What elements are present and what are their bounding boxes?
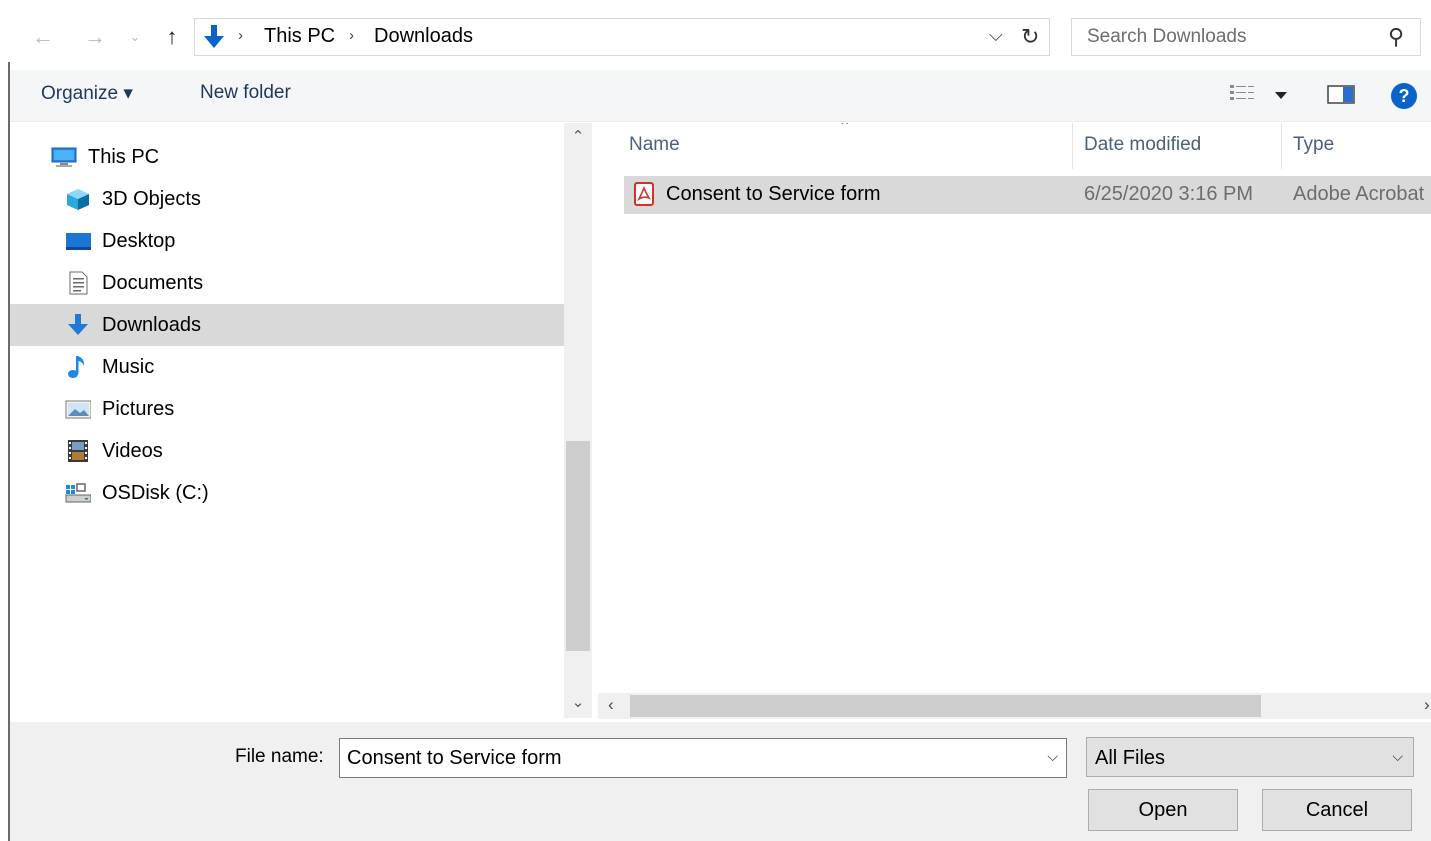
column-header-label: Type [1293,134,1335,155]
arrow-left-icon: ← [32,24,54,49]
nav-item-label: This PC [88,146,160,168]
nav-item-label: Documents [102,272,204,294]
nav-item-this-pc[interactable]: This PC [10,136,564,178]
nav-item-3d-objects[interactable]: 3D Objects [10,178,564,220]
nav-item-label: Music [102,356,155,378]
organize-menu-button[interactable]: Organize ▾ [41,82,133,105]
nav-item-videos[interactable]: Videos [10,430,564,472]
file-name-input[interactable] [340,739,1030,777]
nav-item-label: Pictures [102,398,175,420]
preview-pane-icon [1327,85,1355,104]
download-arrow-icon [68,314,88,335]
column-header-type[interactable]: Type [1282,123,1431,169]
nav-item-label: 3D Objects [102,188,201,210]
file-row[interactable]: Consent to Service form 6/25/2020 3:16 P… [624,176,1431,214]
navigation-scroll-thumb[interactable] [566,441,590,651]
navigation-pane: This PC 3D Objects Desktop Documents Dow… [10,123,564,718]
chevron-down-icon: ⌄ [129,29,141,44]
nav-item-desktop[interactable]: Desktop [10,220,564,262]
column-header-name[interactable]: Name ⌃ [598,123,1072,169]
nav-item-label: Downloads [102,314,201,336]
file-type-value: All Files [1095,747,1166,769]
desktop-icon [66,233,91,250]
chevron-down-icon[interactable]: ⌵ [1047,748,1058,765]
film-icon [68,440,88,462]
search-input[interactable] [1072,19,1372,55]
up-button[interactable]: ↑ [158,20,186,54]
breadcrumb-separator: › [238,27,243,44]
scroll-up-button[interactable]: ⌃ [564,127,592,151]
picture-icon [65,400,91,419]
file-name-combobox[interactable]: ⌵ [339,738,1067,778]
navigation-scrollbar[interactable]: ⌃ ⌄ [564,123,592,718]
computer-icon [51,147,77,167]
nav-item-music[interactable]: Music [10,346,564,388]
document-icon [69,271,88,295]
downloads-icon [204,25,224,48]
cancel-button[interactable]: Cancel [1262,789,1412,831]
forward-button[interactable]: → [78,20,112,54]
file-type-cell: Adobe Acrobat [1293,183,1425,205]
arrow-right-icon: → [84,24,106,49]
help-icon: ? [1398,86,1410,106]
recent-locations-button[interactable]: ⌄ [124,20,146,54]
caret-down-icon [1275,92,1287,99]
scroll-left-button[interactable]: ‹ [608,695,614,715]
nav-item-label: OSDisk (C:) [102,482,209,504]
nav-item-documents[interactable]: Documents [10,262,564,304]
preview-pane-button[interactable] [1326,82,1356,108]
search-icon[interactable]: ⚲ [1388,24,1404,50]
drive-icon [65,483,91,503]
scroll-right-button[interactable]: › [1424,695,1430,715]
view-options-icon [1230,85,1254,100]
nav-item-downloads[interactable]: Downloads [10,304,564,346]
breadcrumb-downloads[interactable]: Downloads [374,25,473,48]
change-view-button[interactable] [1228,82,1292,108]
chevron-down-icon: ⌵ [1392,748,1403,764]
file-type-select[interactable]: All Files ⌵ [1086,737,1414,777]
new-folder-button[interactable]: New folder [200,82,291,104]
nav-item-pictures[interactable]: Pictures [10,388,564,430]
cube-3d-icon [67,189,89,210]
horizontal-scroll-thumb[interactable] [630,695,1261,717]
arrow-up-icon: ↑ [166,24,178,49]
refresh-icon[interactable]: ↻ [1021,24,1039,50]
breadcrumb-this-pc[interactable]: This PC [264,25,335,48]
file-name-label: File name: [235,746,324,767]
nav-item-label: Desktop [102,230,176,252]
file-name-cell: Consent to Service form [666,183,881,205]
nav-item-label: Videos [102,440,163,462]
scroll-down-button[interactable]: ⌄ [564,693,592,717]
search-box[interactable]: ⚲ [1071,18,1421,56]
history-dropdown-button[interactable]: ⌵ [989,25,1003,46]
address-bar[interactable]: › This PC › Downloads ⌵ ↻ [194,18,1050,56]
command-bar: Organize ▾ New folder ? [10,70,1431,122]
file-list-horizontal-scrollbar[interactable]: ‹ › [598,693,1431,719]
pdf-icon [634,182,654,206]
help-button[interactable]: ? [1391,83,1417,109]
open-button[interactable]: Open [1088,789,1238,831]
column-header-label: Name [629,134,680,155]
column-header-date-modified[interactable]: Date modified [1073,123,1281,169]
sort-ascending-icon: ⌃ [838,123,852,136]
nav-item-osdisk[interactable]: OSDisk (C:) [10,472,564,514]
column-header-label: Date modified [1084,134,1202,155]
music-note-icon [68,356,85,378]
file-date-cell: 6/25/2020 3:16 PM [1084,183,1254,205]
back-button[interactable]: ← [26,20,60,54]
file-list: Name ⌃ Date modified Type Consent to Ser… [598,123,1431,718]
breadcrumb-separator: › [349,27,354,44]
